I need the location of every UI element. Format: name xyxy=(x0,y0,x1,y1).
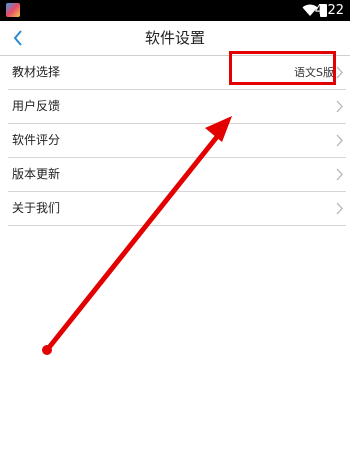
settings-item-update[interactable]: 版本更新 xyxy=(8,158,346,192)
page-title: 软件设置 xyxy=(144,29,205,47)
status-bar: 4:22 xyxy=(0,0,350,21)
settings-item-label: 关于我们 xyxy=(12,201,61,215)
settings-item-feedback[interactable]: 用户反馈 xyxy=(8,90,346,124)
status-time: 4:22 xyxy=(314,3,344,18)
settings-item-about[interactable]: 关于我们 xyxy=(8,192,346,226)
settings-item-label: 软件评分 xyxy=(12,133,61,147)
settings-item-rating[interactable]: 软件评分 xyxy=(8,124,346,158)
chevron-right-icon xyxy=(336,134,343,147)
chevron-right-icon xyxy=(336,202,343,215)
settings-item-label: 教材选择 xyxy=(12,65,61,79)
app-icon xyxy=(6,3,20,17)
header: 软件设置 xyxy=(0,21,350,55)
chevron-right-icon xyxy=(336,168,343,181)
settings-item-label: 用户反馈 xyxy=(12,99,61,113)
chevron-right-icon xyxy=(336,100,343,113)
annotation-highlight-box xyxy=(229,51,336,85)
settings-item-label: 版本更新 xyxy=(12,167,61,181)
